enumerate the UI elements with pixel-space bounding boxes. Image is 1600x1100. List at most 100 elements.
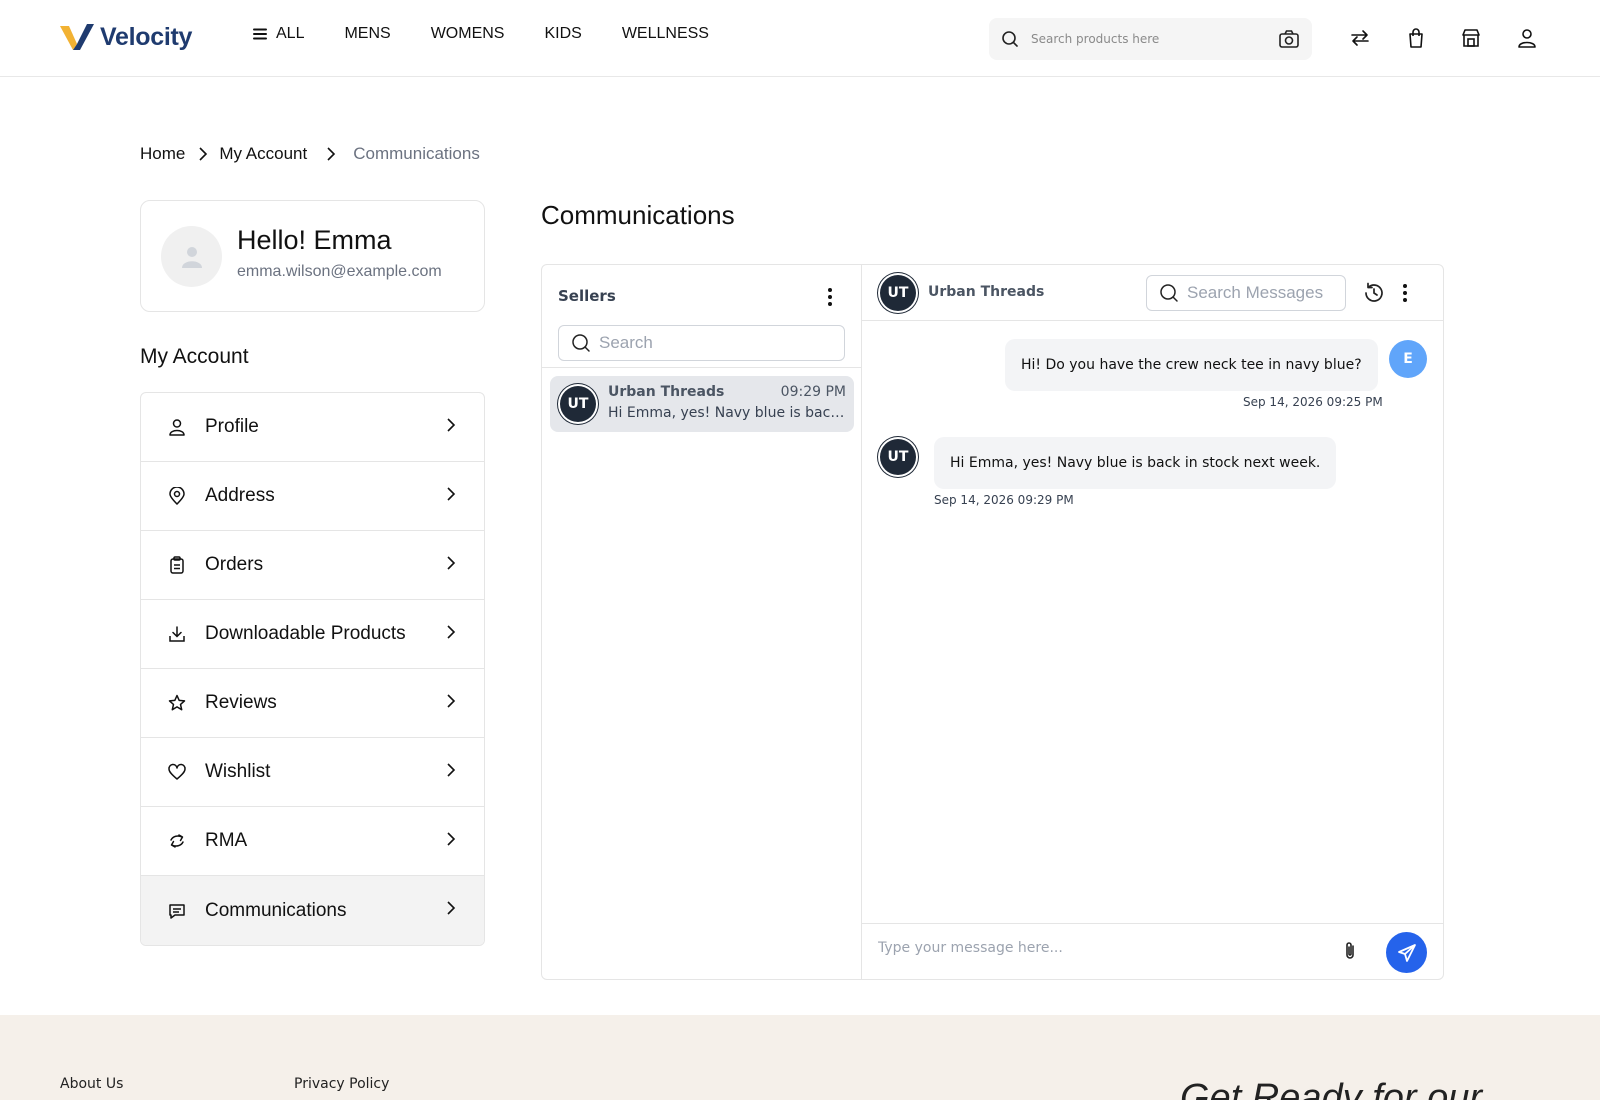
menu-item-label: Address: [205, 485, 275, 506]
main-nav: ALL MENS WOMENS KIDS WELLNESS: [252, 25, 749, 43]
return-arrows-icon: [167, 831, 187, 851]
chevron-right-icon: [446, 693, 456, 713]
divider: [542, 367, 861, 368]
message-search: [1146, 275, 1346, 311]
nav-wellness[interactable]: WELLNESS: [622, 25, 709, 43]
sellers-pane: Sellers UT Urban Threads 09:29 PM Hi Emm…: [542, 265, 862, 979]
menu-item-downloadable-products[interactable]: Downloadable Products: [141, 600, 484, 669]
sellers-search: [558, 325, 845, 361]
seller-avatar: UT: [558, 384, 598, 424]
star-icon: [167, 693, 187, 713]
breadcrumb-current: Communications: [353, 144, 480, 163]
my-account-heading: My Account: [140, 345, 249, 368]
location-pin-icon: [167, 486, 187, 506]
breadcrumb: Home My Account Communications: [140, 144, 480, 164]
store-icon[interactable]: [1459, 26, 1483, 50]
message-timestamp: Sep 14, 2026 09:25 PM: [1243, 395, 1383, 409]
send-icon: [1397, 943, 1416, 962]
search-icon: [572, 334, 590, 352]
nav-womens-label: WOMENS: [430, 25, 505, 42]
chat-icon: [167, 901, 187, 921]
sellers-search-input[interactable]: [599, 333, 819, 353]
user-placeholder-icon: [181, 246, 202, 268]
chevron-right-icon: [446, 486, 456, 506]
chat-header: UT Urban Threads: [862, 265, 1443, 321]
menu-item-reviews[interactable]: Reviews: [141, 669, 484, 738]
logo-v-icon: [60, 24, 94, 50]
site-header: Velocity ALL MENS WOMENS KIDS WELLNESS: [0, 0, 1600, 77]
conversation-preview: Hi Emma, yes! Navy blue is back in stock…: [608, 405, 846, 421]
footer-link-privacy-policy[interactable]: Privacy Policy: [294, 1076, 389, 1092]
nav-mens[interactable]: MENS: [344, 25, 390, 43]
history-icon[interactable]: [1362, 281, 1386, 305]
menu-item-orders[interactable]: Orders: [141, 531, 484, 600]
compare-icon[interactable]: [1348, 26, 1372, 50]
nav-kids[interactable]: KIDS: [544, 25, 581, 43]
product-search: [989, 18, 1312, 60]
send-button[interactable]: [1386, 932, 1427, 973]
menu-item-profile[interactable]: Profile: [141, 393, 484, 462]
conversation-time: 09:29 PM: [780, 384, 846, 400]
profile-email: emma.wilson@example.com: [237, 263, 442, 280]
user-icon: [167, 417, 187, 437]
download-icon: [167, 624, 187, 644]
menu-item-label: Communications: [205, 899, 347, 921]
breadcrumb-my-account[interactable]: My Account: [219, 144, 307, 164]
site-footer: About Us Privacy Policy Get Ready for ou…: [0, 1015, 1600, 1100]
user-avatar: E: [1389, 340, 1427, 378]
product-search-input[interactable]: [1031, 32, 1278, 46]
conversation-item[interactable]: UT Urban Threads 09:29 PM Hi Emma, yes! …: [550, 376, 854, 432]
nav-all[interactable]: ALL: [252, 25, 304, 43]
nav-all-label: ALL: [276, 25, 305, 42]
seller-avatar: UT: [878, 273, 918, 313]
chevron-right-icon: [446, 555, 456, 575]
profile-card: Hello! Emma emma.wilson@example.com: [140, 200, 485, 312]
menu-item-rma[interactable]: RMA: [141, 807, 484, 876]
paperclip-icon[interactable]: [1338, 939, 1362, 963]
cart-icon[interactable]: [1404, 26, 1428, 50]
camera-icon[interactable]: [1278, 29, 1300, 49]
search-icon: [1160, 284, 1178, 302]
user-icon[interactable]: [1515, 26, 1539, 50]
nav-womens[interactable]: WOMENS: [431, 25, 505, 43]
message-input[interactable]: [878, 940, 1318, 956]
chevron-right-icon: [197, 146, 209, 162]
seller-avatar: UT: [878, 437, 918, 477]
nav-mens-label: MENS: [344, 25, 391, 42]
menu-item-label: Reviews: [205, 692, 277, 713]
chevron-right-icon: [446, 900, 456, 920]
footer-link-about-us[interactable]: About Us: [60, 1076, 123, 1092]
chevron-right-icon: [446, 762, 456, 782]
menu-item-label: Downloadable Products: [205, 623, 406, 644]
message-search-input[interactable]: [1187, 283, 1337, 303]
menu-item-label: RMA: [205, 830, 248, 851]
nav-wellness-label: WELLNESS: [621, 25, 709, 42]
footer-promo-heading: Get Ready for our: [1180, 1077, 1483, 1100]
search-icon[interactable]: [1001, 30, 1019, 48]
more-options-icon[interactable]: [1395, 281, 1415, 305]
nav-kids-label: KIDS: [544, 25, 582, 42]
chat-pane: UT Urban Threads Hi! Do you have the cre…: [862, 265, 1443, 979]
chevron-right-icon: [446, 831, 456, 851]
conversation-seller-name: Urban Threads: [608, 384, 725, 400]
chevron-right-icon: [446, 417, 456, 437]
avatar: [161, 226, 222, 287]
chevron-right-icon: [325, 146, 337, 162]
velocity-logo[interactable]: Velocity: [60, 22, 192, 52]
brand-name: Velocity: [100, 22, 193, 51]
account-menu: Profile Address Orders Downloadable Prod…: [140, 392, 485, 946]
breadcrumb-home[interactable]: Home: [140, 144, 185, 164]
sellers-heading: Sellers: [558, 287, 616, 305]
more-options-icon[interactable]: [820, 285, 840, 309]
page-title: Communications: [541, 200, 735, 230]
chevron-right-icon: [446, 624, 456, 644]
heart-icon: [167, 762, 187, 782]
communications-panel: Sellers UT Urban Threads 09:29 PM Hi Emm…: [541, 264, 1444, 980]
message-timestamp: Sep 14, 2026 09:29 PM: [934, 493, 1074, 507]
menu-item-address[interactable]: Address: [141, 462, 484, 531]
menu-item-communications[interactable]: Communications: [141, 876, 484, 945]
message-bubble-sent: Hi! Do you have the crew neck tee in nav…: [1005, 339, 1378, 391]
message-bubble-received: Hi Emma, yes! Navy blue is back in stock…: [934, 437, 1337, 489]
menu-item-wishlist[interactable]: Wishlist: [141, 738, 484, 807]
message-composer: [862, 923, 1443, 979]
